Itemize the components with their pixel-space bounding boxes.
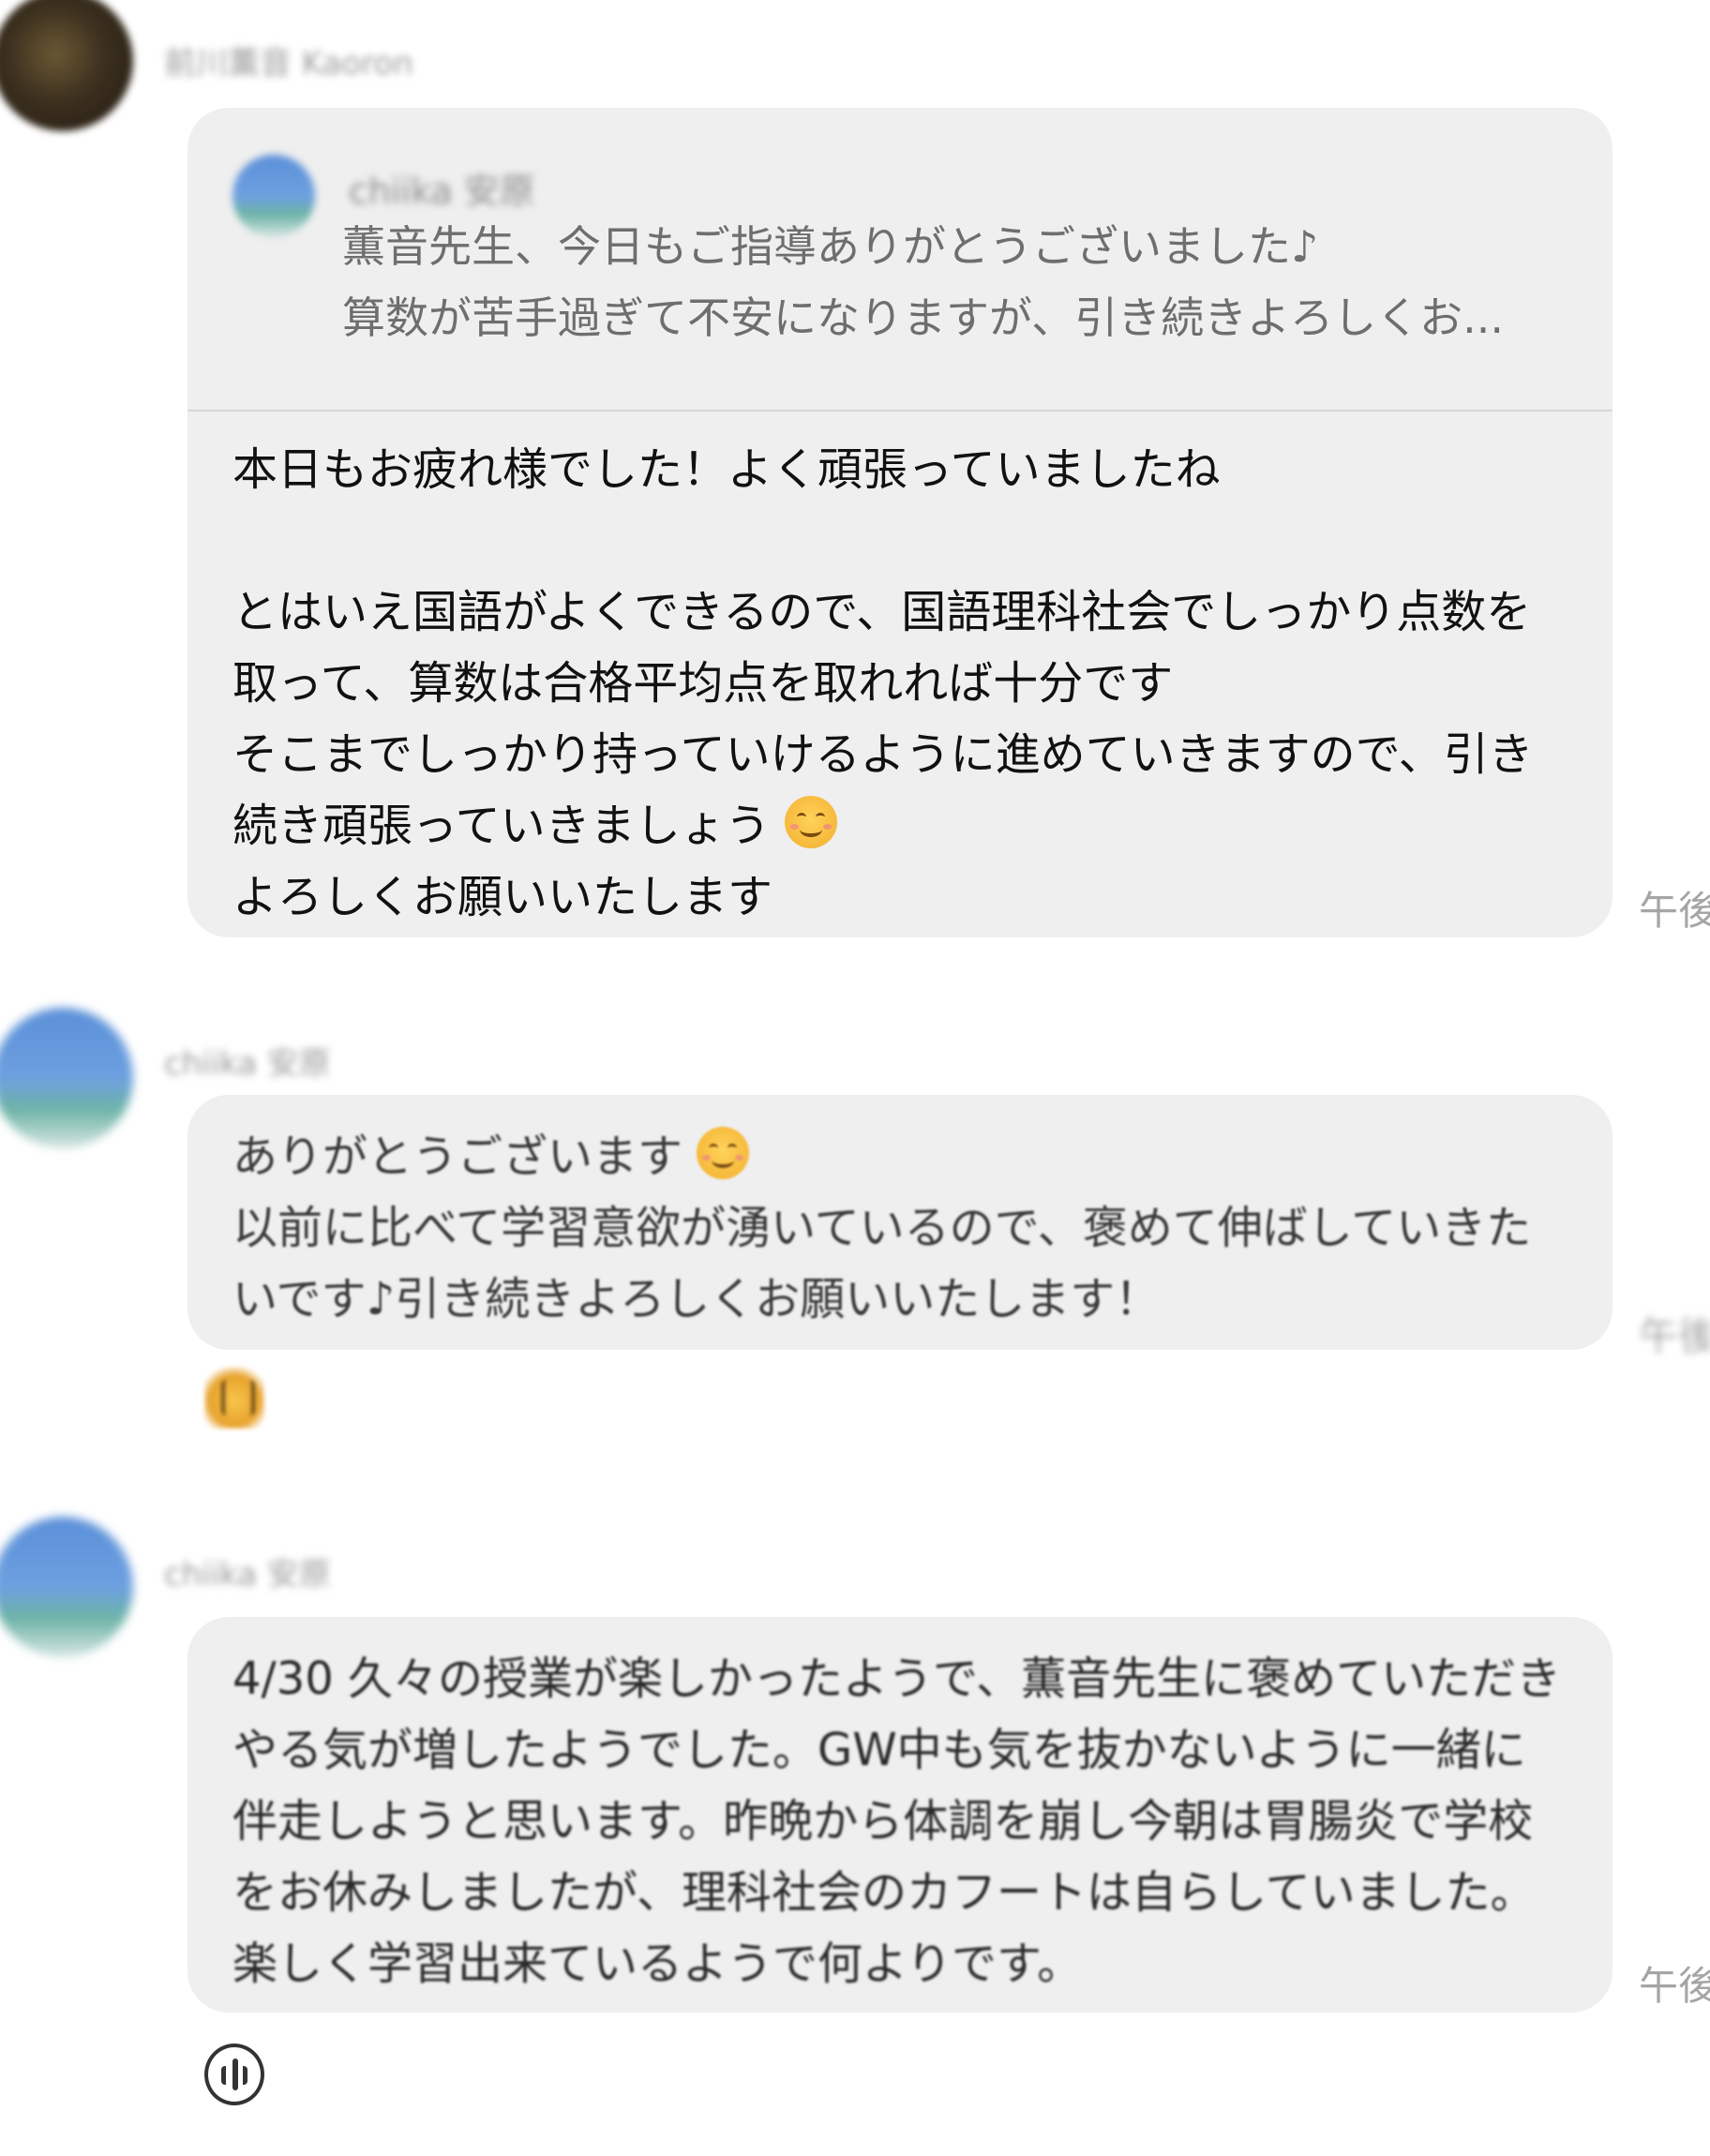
reply-avatar: [232, 155, 315, 237]
sender-name: chiika 安原: [164, 1045, 331, 1083]
message-text-closing: よろしくお願いいたします: [232, 871, 773, 923]
reply-quote[interactable]: chiika 安原 薫音先生、今日もご指導ありがとうございました♪ 算数が苦手過…: [188, 108, 1612, 412]
timestamp: 午後: [1639, 888, 1710, 934]
message-text-line1: ありがとうございます: [232, 1130, 683, 1183]
timestamp: 午後: [1639, 1963, 1710, 2009]
smiling-face-emoji: [784, 796, 837, 848]
reply-sender-name: chiika 安原: [349, 171, 535, 212]
reply-text: 薫音先生、今日もご指導ありがとうございました♪ 算数が苦手過ぎて不安になりますが…: [342, 221, 1504, 343]
message-text-main: 本日もお疲れ様でした！よく頑張っていましたね とはいえ国語がよくできるので、国語…: [232, 443, 1534, 852]
clapping-hands-icon[interactable]: [204, 1367, 264, 1429]
avatar[interactable]: [0, 1517, 133, 1657]
sender-name: chiika 安原: [164, 1556, 331, 1594]
message-bubble[interactable]: 4/30 久々の授業が楽しかったようで、薫音先生に褒めていただきやる気が増したよ…: [188, 1617, 1612, 2013]
smiling-face-emoji: [697, 1127, 750, 1179]
message-text: 本日もお疲れ様でした！よく頑張っていましたね とはいえ国語がよくできるので、国語…: [188, 412, 1612, 933]
message-bubble[interactable]: chiika 安原 薫音先生、今日もご指導ありがとうございました♪ 算数が苦手過…: [188, 108, 1612, 937]
chat-thread: 前川薫音 Kaoron chiika 安原 薫音先生、今日もご指導ありがとうござ…: [0, 0, 1710, 2156]
message-text: 4/30 久々の授業が楽しかったようで、薫音先生に褒めていただきやる気が増したよ…: [232, 1653, 1562, 1990]
timestamp: 午後: [1639, 1313, 1710, 1359]
avatar[interactable]: [0, 1008, 133, 1148]
hands-together-icon[interactable]: [204, 2044, 264, 2105]
avatar[interactable]: [0, 0, 133, 131]
message-text: ありがとうございます 以前に比べて学習意欲が湧いているので、褒めて伸ばしていきた…: [188, 1095, 1612, 1335]
message-text-rest: 以前に比べて学習意欲が湧いているので、褒めて伸ばしていきたいです♪引き続きよろし…: [232, 1202, 1532, 1325]
message-bubble[interactable]: ありがとうございます 以前に比べて学習意欲が湧いているので、褒めて伸ばしていきた…: [188, 1095, 1612, 1350]
sender-name: 前川薫音 Kaoron: [164, 45, 413, 82]
